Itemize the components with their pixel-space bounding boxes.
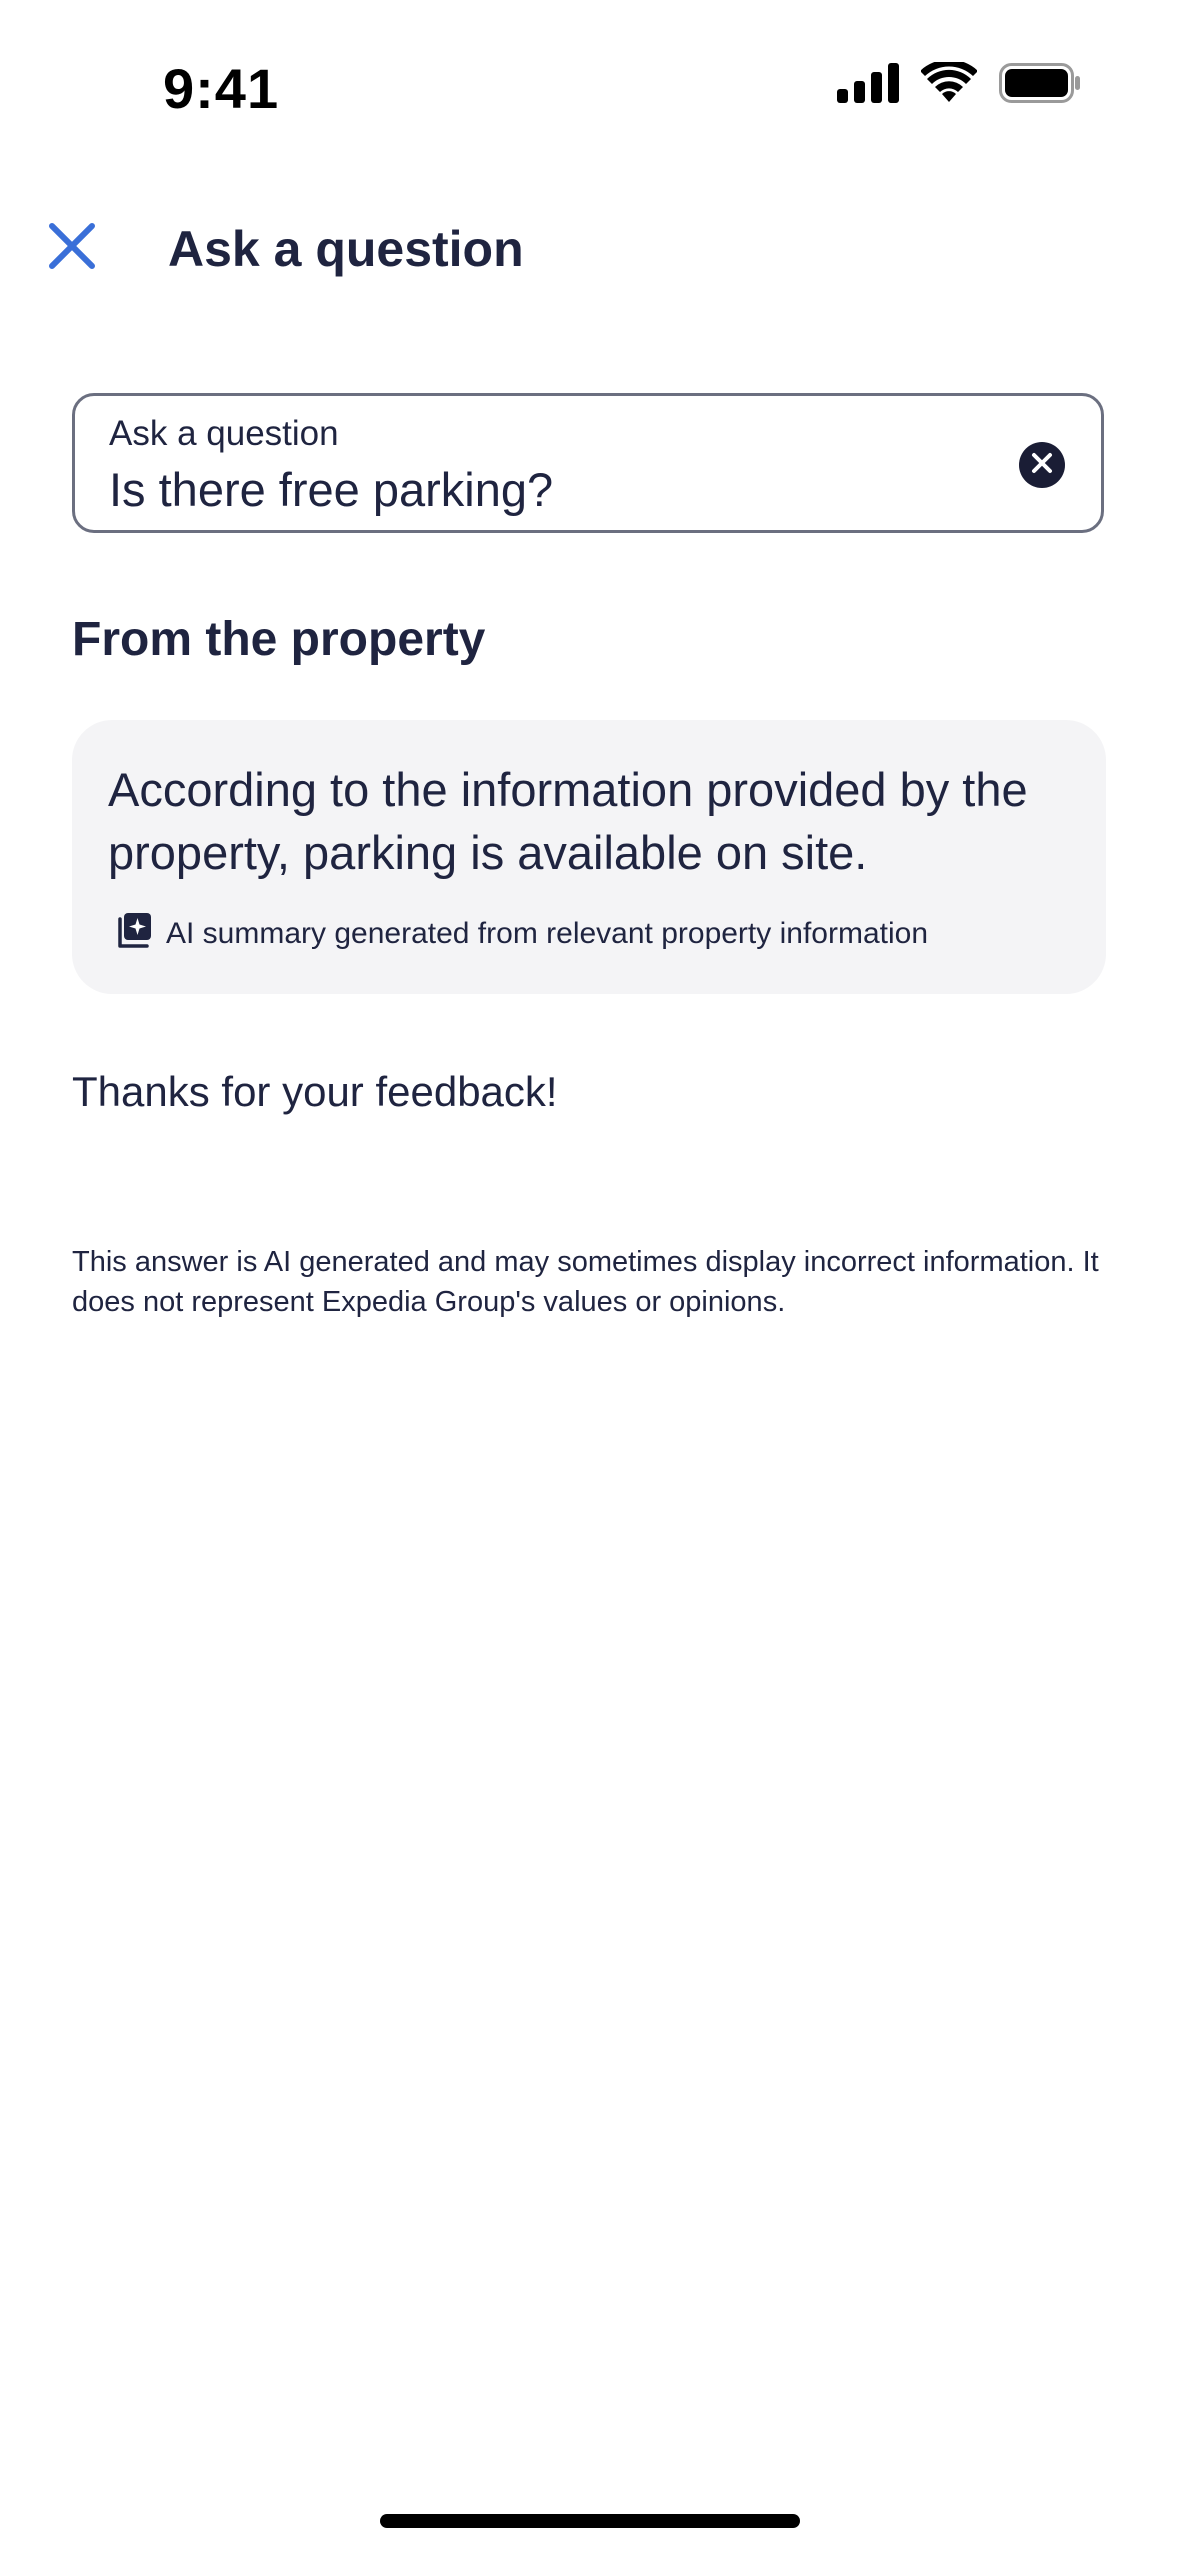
question-input[interactable]: Ask a question Is there free parking? — [72, 393, 1104, 533]
cellular-signal-icon — [837, 63, 899, 108]
feedback-message: Thanks for your feedback! — [72, 1068, 558, 1115]
status-time: 9:41 — [163, 57, 280, 120]
ai-disclaimer: This answer is AI generated and may some… — [72, 1246, 1099, 1318]
ai-summary-text: AI summary generated from relevant prope… — [166, 917, 928, 950]
wifi-icon — [920, 59, 978, 109]
home-indicator[interactable] — [380, 2514, 800, 2528]
section-title: From the property — [72, 613, 486, 666]
close-icon — [49, 222, 95, 274]
status-icons — [837, 59, 1081, 109]
answer-text: According to the information provided by… — [108, 763, 1028, 879]
page-title: Ask a question — [168, 221, 524, 277]
battery-icon — [999, 63, 1081, 108]
close-button[interactable] — [40, 216, 104, 280]
answer-card: According to the information provided by… — [72, 720, 1106, 994]
question-input-label: Ask a question — [109, 414, 339, 453]
clear-icon — [1031, 452, 1053, 479]
ai-sparkle-icon — [114, 910, 154, 958]
clear-button[interactable] — [1019, 442, 1065, 488]
question-input-value[interactable]: Is there free parking? — [109, 462, 553, 517]
ai-summary-note: AI summary generated from relevant prope… — [114, 910, 928, 958]
